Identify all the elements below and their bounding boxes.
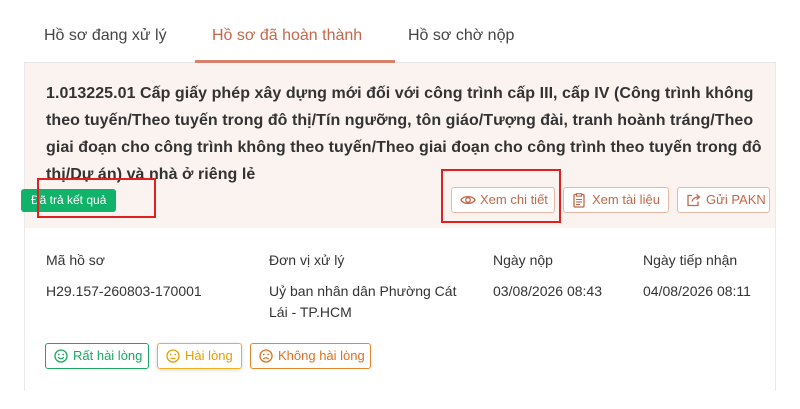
view-detail-button[interactable]: Xem chi tiết [451, 187, 555, 213]
document-icon [573, 193, 585, 208]
share-icon [687, 194, 701, 207]
record-card: 1.013225.01 Cấp giấy phép xây dựng mới đ… [24, 63, 776, 391]
frown-icon [259, 349, 273, 363]
satisfied-button[interactable]: Hài lòng [157, 343, 242, 369]
unsatisfied-label: Không hài lòng [278, 348, 365, 363]
tab-pending-submission[interactable]: Hồ sơ chờ nộp [408, 27, 514, 45]
record-code-value: H29.157-260803-170001 [46, 283, 202, 299]
view-documents-label: Xem tài liệu [592, 192, 660, 207]
unsatisfied-button[interactable]: Không hài lòng [250, 343, 371, 369]
reception-date-value: 04/08/2026 08:11 [643, 283, 751, 299]
record-code-label: Mã hồ sơ [46, 252, 105, 268]
send-feedback-label: Gửi PAKN [706, 192, 766, 207]
view-detail-label: Xem chi tiết [480, 192, 548, 207]
tab-processing[interactable]: Hồ sơ đang xử lý [44, 27, 167, 45]
send-feedback-button[interactable]: Gửi PAKN [677, 187, 770, 213]
reception-date-label: Ngày tiếp nhận [643, 252, 738, 268]
tab-completed[interactable]: Hồ sơ đã hoàn thành [212, 27, 362, 45]
submission-date-value: 03/08/2026 08:43 [493, 283, 602, 299]
very-satisfied-label: Rất hài lòng [73, 348, 143, 363]
processing-unit-value: Uỷ ban nhân dân Phường Cát Lái - TP.HCM [269, 283, 457, 320]
record-title: 1.013225.01 Cấp giấy phép xây dựng mới đ… [46, 85, 762, 183]
neutral-face-icon [166, 349, 180, 363]
status-badge: Đã trả kết quả [21, 189, 117, 212]
satisfied-label: Hài lòng [185, 348, 233, 363]
processing-unit-label: Đơn vị xử lý [269, 252, 345, 268]
smile-icon [54, 349, 68, 363]
view-documents-button[interactable]: Xem tài liệu [563, 187, 669, 213]
tab-bar: Hồ sơ đang xử lý Hồ sơ đã hoàn thành Hồ … [24, 0, 776, 63]
eye-icon [460, 195, 476, 205]
submission-date-label: Ngày nộp [493, 252, 553, 268]
very-satisfied-button[interactable]: Rất hài lòng [45, 343, 149, 369]
